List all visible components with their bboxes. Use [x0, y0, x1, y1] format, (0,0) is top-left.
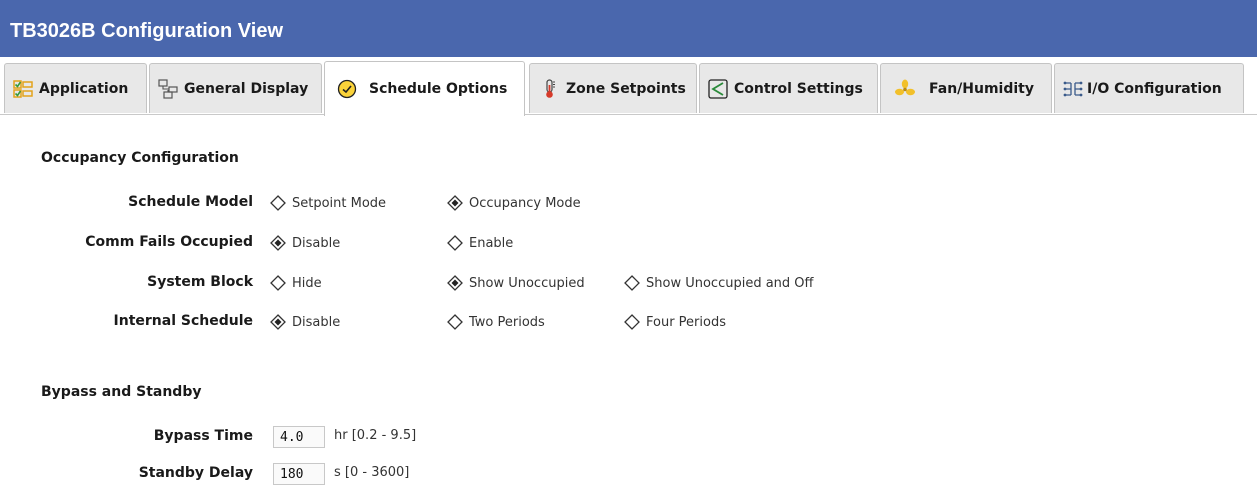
tab-application-label: Application [39, 80, 129, 97]
radio-show-unoccupied-label: Show Unoccupied [469, 275, 585, 291]
tab-schedule-options[interactable]: Schedule Options [324, 61, 525, 116]
radio-schedule-disable-label: Disable [292, 314, 341, 330]
fan-icon [895, 79, 915, 99]
tab-zone-setpoints[interactable]: Zone Setpoints [529, 63, 697, 113]
tab-general-display-label: General Display [184, 80, 309, 97]
radio-show-unoccupied-off-label: Show Unoccupied and Off [646, 275, 814, 291]
radio-setpoint-mode-label: Setpoint Mode [292, 195, 387, 211]
radio-system-hide[interactable]: Hide [270, 273, 322, 293]
tab-fan-humidity[interactable]: Fan/Humidity [880, 63, 1052, 113]
radio-unselected-icon [624, 275, 640, 291]
tab-io-configuration[interactable]: I/O Configuration [1054, 63, 1244, 113]
radio-selected-icon [270, 314, 286, 330]
internal-schedule-label: Internal Schedule [113, 313, 253, 329]
tab-strip-divider [0, 114, 1257, 115]
bypass-time-label: Bypass Time [153, 428, 253, 444]
radio-comm-enable[interactable]: Enable [447, 233, 513, 253]
radio-selected-icon [447, 275, 463, 291]
radio-unselected-icon [447, 314, 463, 330]
radio-show-unoccupied-off[interactable]: Show Unoccupied and Off [624, 273, 813, 293]
system-block-label: System Block [147, 274, 253, 290]
window-title: TB3026B Configuration View [10, 20, 284, 42]
radio-unselected-icon [270, 275, 286, 291]
radio-comm-disable-label: Disable [292, 235, 341, 251]
tab-general-display[interactable]: General Display [149, 63, 322, 113]
radio-selected-icon [447, 195, 463, 211]
radio-unselected-icon [624, 314, 640, 330]
display-layout-icon [158, 78, 178, 99]
io-network-icon [1063, 79, 1083, 99]
radio-system-hide-label: Hide [292, 275, 322, 291]
radio-setpoint-mode[interactable]: Setpoint Mode [270, 193, 386, 213]
tab-control-settings-label: Control Settings [734, 80, 863, 97]
schedule-model-label: Schedule Model [128, 194, 253, 210]
occupancy-section-title: Occupancy Configuration [41, 150, 239, 166]
tab-control-settings[interactable]: Control Settings [699, 63, 878, 113]
checklist-icon [13, 79, 33, 99]
tab-application[interactable]: Application [4, 63, 147, 113]
tab-io-configuration-label: I/O Configuration [1087, 80, 1222, 97]
radio-unselected-icon [270, 195, 286, 211]
control-arrow-icon [708, 78, 728, 99]
tab-schedule-options-label: Schedule Options [369, 81, 508, 97]
radio-schedule-disable[interactable]: Disable [270, 312, 340, 332]
radio-four-periods[interactable]: Four Periods [624, 312, 726, 332]
standby-delay-unit: s [0 - 3600] [334, 465, 410, 480]
tab-zone-setpoints-label: Zone Setpoints [566, 80, 686, 97]
radio-unselected-icon [447, 235, 463, 251]
radio-show-unoccupied[interactable]: Show Unoccupied [447, 273, 585, 293]
bypass-time-unit: hr [0.2 - 9.5] [334, 428, 417, 443]
thermometer-icon [540, 78, 560, 99]
clock-check-icon [337, 79, 357, 99]
radio-selected-icon [270, 235, 286, 251]
standby-delay-input[interactable] [273, 463, 325, 485]
radio-two-periods-label: Two Periods [469, 314, 545, 330]
standby-delay-label: Standby Delay [138, 465, 253, 481]
radio-occupancy-mode[interactable]: Occupancy Mode [447, 193, 581, 213]
bypass-time-input[interactable] [273, 426, 325, 448]
radio-occupancy-mode-label: Occupancy Mode [469, 195, 581, 211]
radio-two-periods[interactable]: Two Periods [447, 312, 545, 332]
comm-fails-occupied-label: Comm Fails Occupied [85, 234, 253, 250]
radio-four-periods-label: Four Periods [646, 314, 726, 330]
bypass-section-title: Bypass and Standby [41, 384, 202, 400]
tab-fan-humidity-label: Fan/Humidity [929, 80, 1034, 97]
radio-comm-disable[interactable]: Disable [270, 233, 340, 253]
title-bar: TB3026B Configuration View [0, 0, 1257, 57]
radio-comm-enable-label: Enable [469, 235, 514, 251]
